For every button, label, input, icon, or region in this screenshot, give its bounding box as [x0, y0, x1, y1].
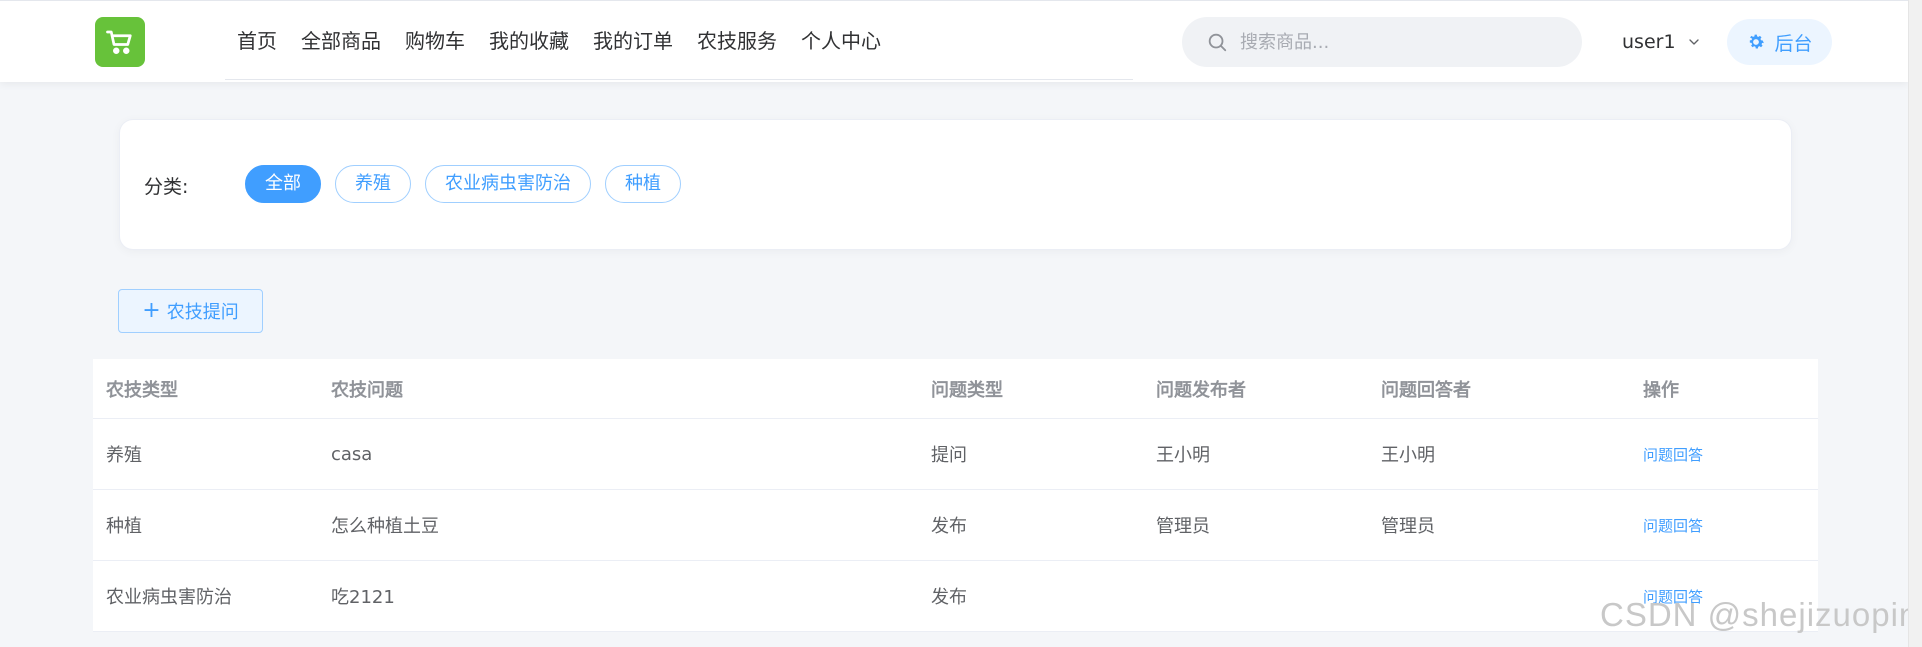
category-tag-planting[interactable]: 种植 [605, 165, 681, 203]
gear-icon [1750, 34, 1765, 49]
cell-answerer: 王小明 [1381, 445, 1435, 466]
admin-button[interactable]: 后台 [1727, 19, 1832, 65]
cell-publisher: 王小明 [1156, 445, 1210, 466]
shopping-cart-icon [106, 30, 132, 54]
header-actions: 操作 [1643, 379, 1679, 401]
questions-table: 农技类型 农技问题 问题类型 问题发布者 问题回答者 操作 养殖 casa 提问… [93, 359, 1818, 632]
nav-profile[interactable]: 个人中心 [789, 1, 893, 79]
category-tag-pest-control[interactable]: 农业病虫害防治 [425, 165, 591, 203]
nav-agri-service[interactable]: 农技服务 [685, 1, 789, 79]
search-box [1182, 17, 1582, 67]
admin-label: 后台 [1774, 32, 1813, 55]
top-header: 首页 全部商品 购物车 我的收藏 我的订单 农技服务 个人中心 user1 后台 [0, 0, 1908, 82]
ask-question-button[interactable]: + 农技提问 [118, 289, 263, 333]
cell-publisher: 管理员 [1156, 516, 1210, 537]
answer-question-link[interactable]: 问题回答 [1643, 446, 1703, 464]
category-tag-breeding[interactable]: 养殖 [335, 165, 411, 203]
search-input[interactable] [1238, 30, 1562, 54]
plus-icon: + [142, 298, 161, 323]
watermark: CSDN @shejizuopin [1600, 596, 1919, 633]
nav-all-products[interactable]: 全部商品 [289, 1, 393, 79]
answer-question-link[interactable]: 问题回答 [1643, 517, 1703, 535]
search-icon [1208, 33, 1227, 52]
cell-actions: 问题回答 [1630, 444, 1818, 465]
category-label: 分类: [144, 176, 189, 198]
cell-actions: 问题回答 [1630, 515, 1818, 536]
table-row: 农业病虫害防治 吃2121 发布 问题回答 [93, 561, 1818, 632]
nav-home[interactable]: 首页 [225, 1, 289, 79]
cell-question-type: 发布 [931, 516, 967, 537]
username: user1 [1622, 31, 1676, 53]
table-row: 养殖 casa 提问 王小明 王小明 问题回答 [93, 419, 1818, 490]
user-menu[interactable]: user1 [1622, 27, 1702, 57]
cell-type: 农业病虫害防治 [106, 587, 232, 608]
nav-cart[interactable]: 购物车 [393, 1, 477, 79]
ask-question-label: 农技提问 [166, 302, 239, 323]
cell-type: 种植 [106, 516, 142, 537]
chevron-down-icon [1688, 39, 1699, 45]
table-header: 农技类型 农技问题 问题类型 问题发布者 问题回答者 操作 [93, 359, 1818, 419]
cell-question-type: 发布 [931, 587, 967, 608]
category-filter-card: 分类: 全部 养殖 农业病虫害防治 种植 [119, 119, 1792, 250]
logo[interactable] [95, 17, 145, 67]
header-publisher: 问题发布者 [1156, 379, 1246, 401]
category-tag-all[interactable]: 全部 [245, 165, 321, 203]
header-answerer: 问题回答者 [1381, 379, 1471, 401]
cell-question: 怎么种植土豆 [331, 516, 439, 537]
cell-type: 养殖 [106, 445, 142, 466]
header-type: 农技类型 [106, 379, 178, 401]
table-row: 种植 怎么种植土豆 发布 管理员 管理员 问题回答 [93, 490, 1818, 561]
cell-question: casa [331, 443, 373, 465]
main-nav: 首页 全部商品 购物车 我的收藏 我的订单 农技服务 个人中心 [225, 1, 1133, 80]
header-question-type: 问题类型 [931, 379, 1003, 401]
cell-answerer: 管理员 [1381, 516, 1435, 537]
category-tags: 全部 养殖 农业病虫害防治 种植 [245, 165, 695, 203]
cell-question-type: 提问 [931, 445, 967, 466]
vertical-scrollbar[interactable] [1908, 0, 1922, 647]
cell-question: 吃2121 [331, 587, 395, 608]
nav-orders[interactable]: 我的订单 [581, 1, 685, 79]
nav-favorites[interactable]: 我的收藏 [477, 1, 581, 79]
header-question: 农技问题 [331, 379, 403, 401]
